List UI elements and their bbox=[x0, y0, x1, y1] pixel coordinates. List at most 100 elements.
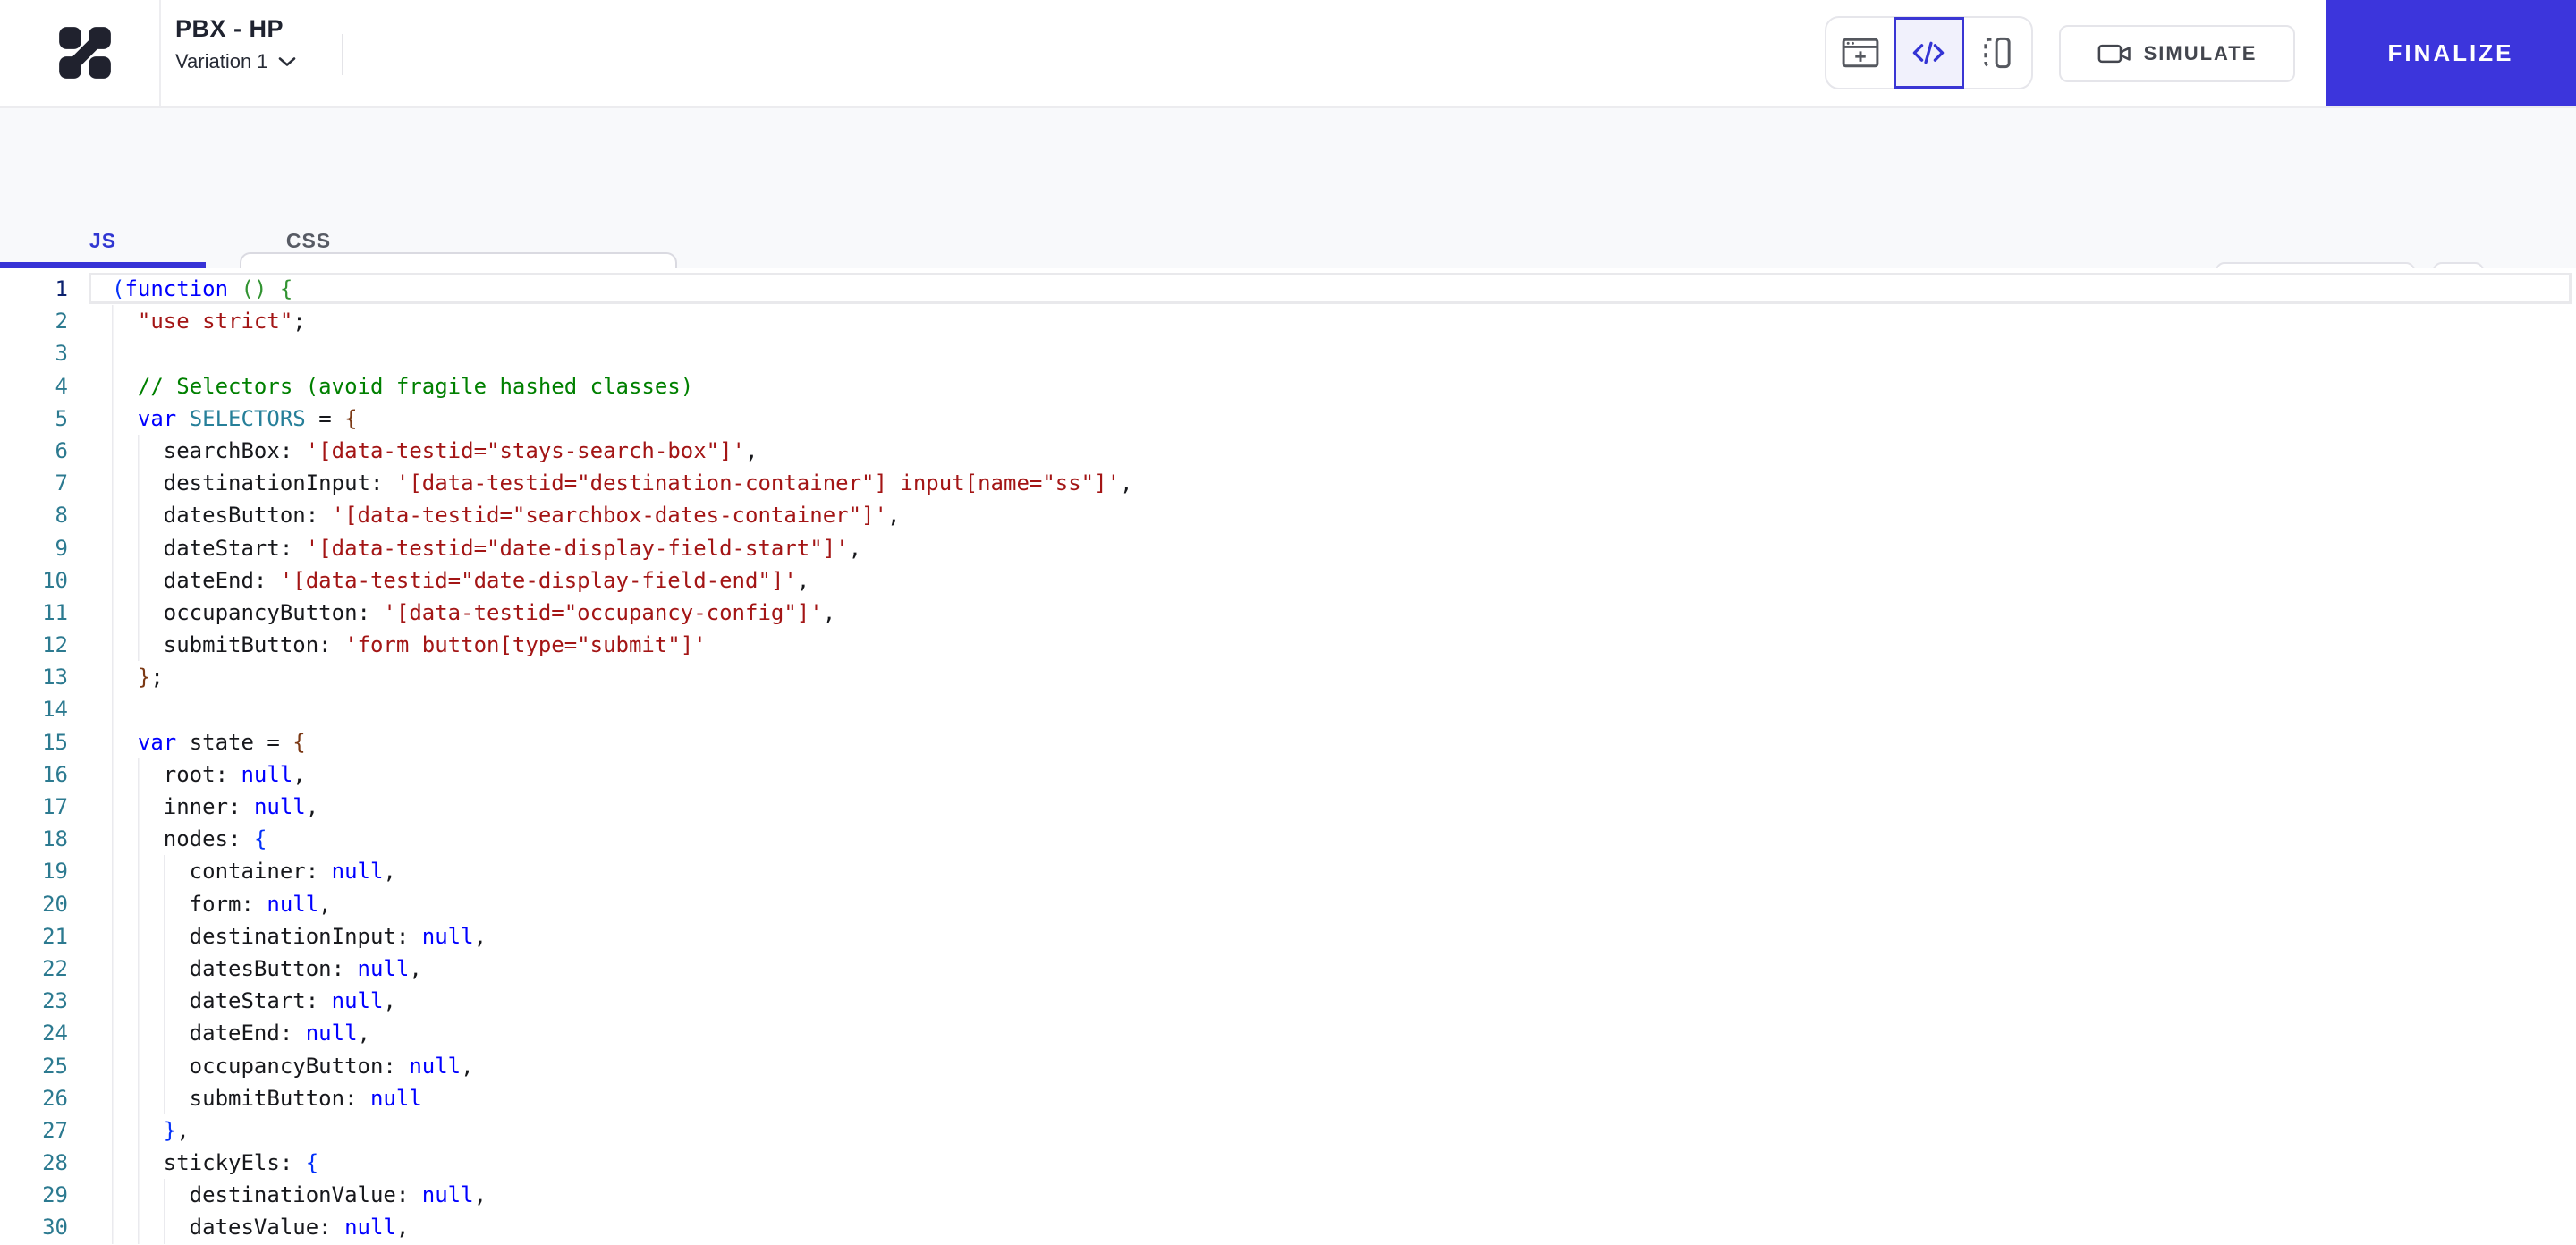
line-number: 6 bbox=[55, 437, 68, 463]
code-line[interactable]: 25 occupancyButton: null, bbox=[0, 1050, 2576, 1082]
code-editor[interactable]: 1 (function () { 2 "use strict"; 3 4 // Select… bbox=[0, 268, 2576, 1245]
indent-guide bbox=[112, 888, 138, 920]
code-line[interactable]: 23 dateStart: null, bbox=[0, 985, 2576, 1017]
code-line[interactable]: 26 submitButton: null bbox=[0, 1082, 2576, 1114]
indent-guide bbox=[112, 1179, 138, 1211]
simulate-button[interactable]: SIMULATE bbox=[2059, 25, 2295, 82]
indent-guide bbox=[138, 1147, 164, 1179]
indent-guide bbox=[164, 920, 190, 953]
page-title: PBX - HP bbox=[175, 15, 284, 42]
code-line-text bbox=[88, 693, 2576, 725]
code-line-text: stickyEls: { bbox=[88, 1147, 2576, 1179]
indent-guide bbox=[138, 1082, 164, 1114]
variation-label: Variation 1 bbox=[175, 50, 268, 72]
variation-selector[interactable]: Variation 1 bbox=[175, 50, 297, 73]
code-line[interactable]: 17 inner: null, bbox=[0, 791, 2576, 823]
indent-guide bbox=[112, 985, 138, 1017]
code-line[interactable]: 20 form: null, bbox=[0, 888, 2576, 920]
indent-guide bbox=[112, 920, 138, 953]
line-number: 29 bbox=[42, 1182, 68, 1208]
indent-guide bbox=[112, 370, 138, 402]
indent-guide bbox=[112, 532, 138, 564]
indent-guide bbox=[164, 888, 190, 920]
code-line[interactable]: 27}, bbox=[0, 1114, 2576, 1147]
code-line-text: "use strict"; bbox=[88, 305, 2576, 337]
window-preview-icon bbox=[1840, 32, 1881, 73]
code-line[interactable]: 29 destinationValue: null, bbox=[0, 1179, 2576, 1211]
top-bar: PBX - HP Variation 1 SIMULATE FINALIZE bbox=[0, 0, 2576, 108]
chevron-down-icon bbox=[277, 55, 297, 68]
code-line[interactable]: 12 submitButton: 'form button[type="submi… bbox=[0, 629, 2576, 661]
line-number: 18 bbox=[42, 826, 68, 852]
line-number: 7 bbox=[55, 470, 68, 496]
code-line-text: submitButton: null bbox=[88, 1082, 2576, 1114]
app-logo[interactable] bbox=[50, 18, 120, 88]
line-number: 26 bbox=[42, 1085, 68, 1111]
line-number: 4 bbox=[55, 373, 68, 399]
code-line-text: var SELECTORS = { bbox=[88, 402, 2576, 435]
panel-view-icon bbox=[1977, 32, 2018, 73]
tab-css[interactable]: CSS bbox=[206, 213, 411, 268]
code-line[interactable]: 4 // Selectors (avoid fragile hashed clas… bbox=[0, 370, 2576, 402]
indent-guide bbox=[138, 564, 164, 597]
line-number: 27 bbox=[42, 1117, 68, 1143]
indent-guide bbox=[112, 1050, 138, 1082]
panel-view-button[interactable] bbox=[1963, 18, 2031, 88]
line-number: 10 bbox=[42, 567, 68, 593]
indent-guide bbox=[112, 726, 138, 758]
code-line-text: datesButton: '[data-testid="searchbox-da… bbox=[88, 499, 2576, 531]
indent-guide bbox=[112, 953, 138, 985]
code-line[interactable]: 2 "use strict"; bbox=[0, 305, 2576, 337]
tab-js[interactable]: JS bbox=[0, 213, 206, 268]
code-line[interactable]: 30 datesValue: null, bbox=[0, 1211, 2576, 1243]
code-line[interactable]: 9 dateStart: '[data-testid="date-display-… bbox=[0, 532, 2576, 564]
finalize-button[interactable]: FINALIZE bbox=[2326, 0, 2576, 106]
code-line[interactable]: 28 stickyEls: { bbox=[0, 1147, 2576, 1179]
code-line[interactable]: 3 bbox=[0, 337, 2576, 369]
code-line[interactable]: 1 (function () { bbox=[0, 273, 2576, 305]
code-line-text: destinationValue: null, bbox=[88, 1179, 2576, 1211]
code-line-text: }; bbox=[88, 661, 2576, 693]
code-line[interactable]: 22 datesButton: null, bbox=[0, 953, 2576, 985]
code-line-text: searchBox: '[data-testid="stays-search-b… bbox=[88, 435, 2576, 467]
code-line-text: form: null, bbox=[88, 888, 2576, 920]
indent-guide bbox=[112, 435, 138, 467]
code-line[interactable]: 11 occupancyButton: '[data-testid="occupa… bbox=[0, 597, 2576, 629]
indent-guide bbox=[112, 305, 138, 337]
code-line[interactable]: 14 bbox=[0, 693, 2576, 725]
code-line[interactable]: 21 destinationInput: null, bbox=[0, 920, 2576, 953]
indent-guide bbox=[138, 1179, 164, 1211]
code-line-text: }, bbox=[88, 1114, 2576, 1147]
code-line[interactable]: 13}; bbox=[0, 661, 2576, 693]
code-view-button[interactable] bbox=[1894, 17, 1964, 89]
window-preview-button[interactable] bbox=[1826, 18, 1894, 88]
header-divider bbox=[159, 0, 161, 106]
line-number: 2 bbox=[55, 309, 68, 335]
indent-guide bbox=[112, 564, 138, 597]
indent-guide bbox=[112, 402, 138, 435]
code-line-text: submitButton: 'form button[type="submit"… bbox=[88, 629, 2576, 661]
indent-guide bbox=[138, 1017, 164, 1049]
code-line[interactable]: 6 searchBox: '[data-testid="stays-search-… bbox=[0, 435, 2576, 467]
code-line[interactable]: 10 dateEnd: '[data-testid="date-display-f… bbox=[0, 564, 2576, 597]
indent-guide bbox=[138, 1211, 164, 1243]
indent-guide bbox=[164, 1211, 190, 1243]
code-line[interactable]: 18 nodes: { bbox=[0, 823, 2576, 855]
line-number: 21 bbox=[42, 923, 68, 949]
indent-guide bbox=[164, 985, 190, 1017]
code-line[interactable]: 24 dateEnd: null, bbox=[0, 1017, 2576, 1049]
code-line[interactable]: 15 var state = { bbox=[0, 726, 2576, 758]
indent-guide bbox=[164, 1050, 190, 1082]
line-number: 30 bbox=[42, 1215, 68, 1241]
code-line[interactable]: 19 container: null, bbox=[0, 855, 2576, 887]
indent-guide bbox=[138, 758, 164, 791]
line-number: 28 bbox=[42, 1150, 68, 1176]
app-logo-icon bbox=[55, 23, 114, 82]
indent-guide bbox=[138, 597, 164, 629]
line-number: 12 bbox=[42, 632, 68, 658]
code-line[interactable]: 7 destinationInput: '[data-testid="destin… bbox=[0, 467, 2576, 499]
editor-tabs: JS CSS bbox=[0, 213, 411, 268]
code-line[interactable]: 16 root: null, bbox=[0, 758, 2576, 791]
code-line[interactable]: 5 var SELECTORS = { bbox=[0, 402, 2576, 435]
code-line[interactable]: 8 datesButton: '[data-testid="searchbox-d… bbox=[0, 499, 2576, 531]
